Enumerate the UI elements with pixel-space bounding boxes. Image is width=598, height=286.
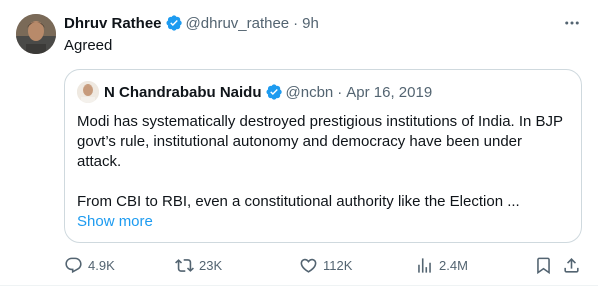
share-icon (564, 257, 579, 273)
tweet-text: Agreed (64, 37, 113, 54)
action-bar: 4.9K 23K 112K 2.4M (64, 255, 582, 275)
reply-button[interactable]: 4.9K (64, 256, 115, 275)
verified-badge-icon (265, 83, 283, 101)
quoted-author-handle: @ncbn (285, 83, 334, 101)
more-icon[interactable] (562, 13, 582, 33)
tweet-time[interactable]: 9h (302, 15, 319, 32)
retweet-count: 23K (199, 257, 223, 273)
author-name[interactable]: Dhruv Rathee (64, 15, 162, 32)
author-avatar[interactable] (16, 14, 56, 54)
separator-dot: · (337, 83, 343, 101)
show-more-link[interactable]: Show more (77, 212, 153, 232)
quoted-tweet[interactable]: N Chandrababu Naidu @ncbn · Apr 16, 2019… (64, 69, 582, 243)
reply-count: 4.9K (88, 257, 115, 273)
quoted-tweet-date: Apr 16, 2019 (346, 83, 433, 101)
tweet-card[interactable]: Dhruv Rathee @dhruv_rathee · 9h Agreed N… (0, 0, 598, 286)
bookmark-button[interactable] (534, 256, 553, 275)
quoted-paragraph-1: Modi has systematically destroyed presti… (77, 113, 563, 170)
like-icon (300, 258, 317, 273)
retweet-icon (175, 258, 194, 272)
quoted-author-avatar (77, 81, 99, 103)
views-icon (418, 257, 431, 273)
like-button[interactable]: 112K (299, 256, 352, 275)
share-button[interactable] (562, 256, 581, 275)
separator-dot: · (293, 14, 299, 32)
quoted-author-name: N Chandrababu Naidu (104, 83, 262, 101)
quoted-paragraph-2: From CBI to RBI, even a constitutional a… (77, 193, 520, 210)
verified-badge-icon (165, 14, 183, 32)
quoted-tweet-text: Modi has systematically destroyed presti… (77, 112, 569, 232)
views-button[interactable]: 2.4M (415, 256, 468, 275)
views-count: 2.4M (439, 257, 468, 273)
quoted-tweet-header: N Chandrababu Naidu @ncbn · Apr 16, 2019 (77, 81, 569, 103)
bookmark-icon (537, 257, 550, 274)
tweet-header: Dhruv Rathee @dhruv_rathee · 9h (64, 13, 582, 33)
like-count: 112K (323, 257, 353, 273)
retweet-button[interactable]: 23K (175, 256, 222, 275)
author-handle[interactable]: @dhruv_rathee (186, 15, 290, 32)
reply-icon (65, 257, 82, 273)
